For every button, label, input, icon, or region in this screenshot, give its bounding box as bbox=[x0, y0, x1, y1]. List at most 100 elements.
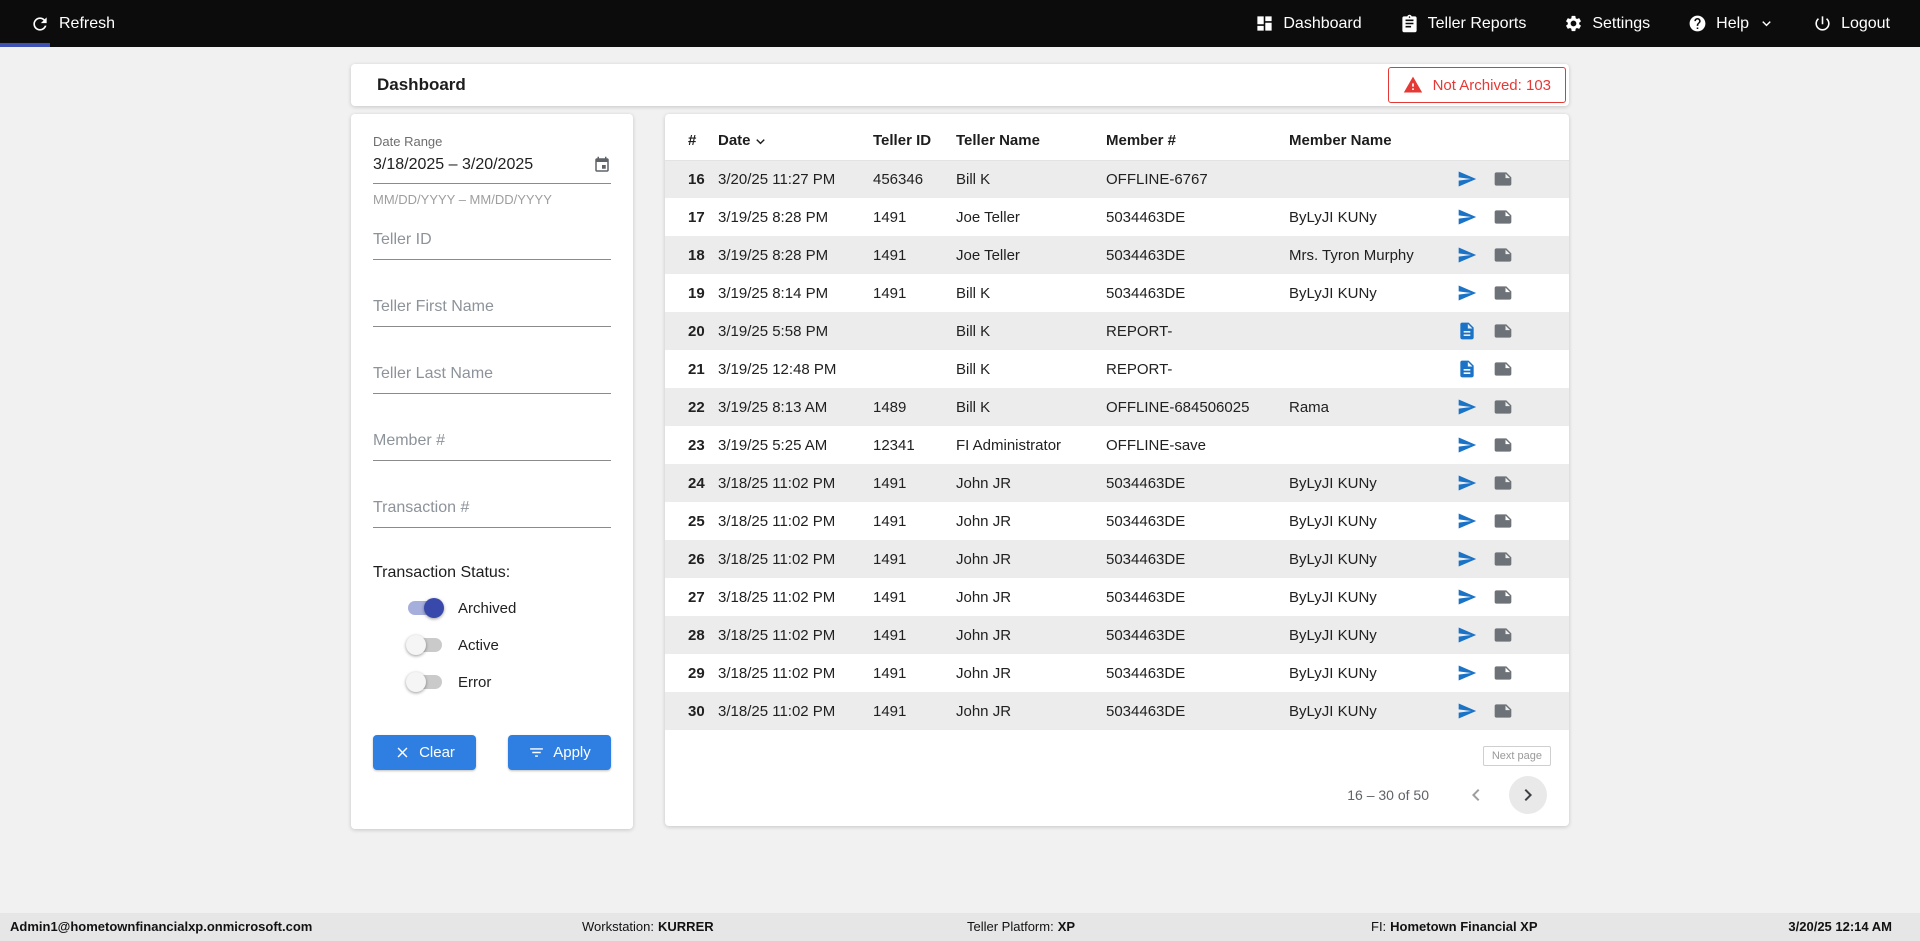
table-row[interactable]: 223/19/25 8:13 AM1489Bill KOFFLINE-68450… bbox=[665, 388, 1569, 426]
table-row[interactable]: 293/18/25 11:02 PM1491John JR5034463DEBy… bbox=[665, 654, 1569, 692]
date-format-hint: MM/DD/YYYY – MM/DD/YYYY bbox=[373, 192, 611, 207]
document-icon[interactable] bbox=[1457, 359, 1477, 379]
member-number-input[interactable] bbox=[373, 426, 611, 461]
cell-teller-id: 1491 bbox=[873, 502, 956, 540]
nav-logout[interactable]: Logout bbox=[1813, 14, 1890, 33]
status-bar: Admin1@hometownfinancialxp.onmicrosoft.c… bbox=[0, 913, 1920, 941]
table-row[interactable]: 283/18/25 11:02 PM1491John JR5034463DEBy… bbox=[665, 616, 1569, 654]
calendar-icon[interactable] bbox=[593, 156, 611, 174]
teller-platform-info: Teller Platform:XP bbox=[967, 913, 1075, 941]
column-header-member-number[interactable]: Member # bbox=[1106, 122, 1289, 160]
send-icon[interactable] bbox=[1457, 397, 1477, 417]
cell-teller-id: 1491 bbox=[873, 198, 956, 236]
toggle-error[interactable]: Error bbox=[406, 671, 611, 693]
send-icon[interactable] bbox=[1457, 587, 1477, 607]
cell-teller-name: Bill K bbox=[956, 312, 1106, 350]
nav-help-label: Help bbox=[1716, 15, 1749, 33]
column-header-teller-name[interactable]: Teller Name bbox=[956, 122, 1106, 160]
current-datetime: 3/20/25 12:14 AM bbox=[1788, 913, 1892, 941]
cell-actions bbox=[1457, 540, 1569, 578]
table-row[interactable]: 173/19/25 8:28 PM1491Joe Teller5034463DE… bbox=[665, 198, 1569, 236]
table-row[interactable]: 233/19/25 5:25 AM12341FI AdministratorOF… bbox=[665, 426, 1569, 464]
nav-settings[interactable]: Settings bbox=[1564, 14, 1650, 33]
send-icon[interactable] bbox=[1457, 511, 1477, 531]
note-icon[interactable] bbox=[1493, 549, 1513, 569]
document-icon[interactable] bbox=[1457, 321, 1477, 341]
note-icon[interactable] bbox=[1493, 283, 1513, 303]
note-icon[interactable] bbox=[1493, 321, 1513, 341]
cell-member-name: Mrs. Tyron Murphy bbox=[1289, 236, 1457, 274]
note-icon[interactable] bbox=[1493, 701, 1513, 721]
clear-button[interactable]: Clear bbox=[373, 735, 476, 770]
toggle-archived[interactable]: Archived bbox=[406, 597, 611, 619]
cell-teller-name: John JR bbox=[956, 654, 1106, 692]
column-header-number[interactable]: # bbox=[665, 122, 718, 160]
column-header-member-name[interactable]: Member Name bbox=[1289, 122, 1457, 160]
note-icon[interactable] bbox=[1493, 511, 1513, 531]
send-icon[interactable] bbox=[1457, 701, 1477, 721]
note-icon[interactable] bbox=[1493, 207, 1513, 227]
send-icon[interactable] bbox=[1457, 245, 1477, 265]
note-icon[interactable] bbox=[1493, 663, 1513, 683]
previous-page-button[interactable] bbox=[1457, 776, 1495, 814]
table-row[interactable]: 253/18/25 11:02 PM1491John JR5034463DEBy… bbox=[665, 502, 1569, 540]
send-icon[interactable] bbox=[1457, 625, 1477, 645]
column-header-teller-id[interactable]: Teller ID bbox=[873, 122, 956, 160]
cell-teller-id: 1491 bbox=[873, 540, 956, 578]
note-icon[interactable] bbox=[1493, 359, 1513, 379]
cell-teller-id: 1491 bbox=[873, 654, 956, 692]
apply-button[interactable]: Apply bbox=[508, 735, 611, 770]
page-title: Dashboard bbox=[377, 75, 466, 95]
table-row[interactable]: 263/18/25 11:02 PM1491John JR5034463DEBy… bbox=[665, 540, 1569, 578]
cell-member-name: ByLyJI KUNy bbox=[1289, 578, 1457, 616]
cell-teller-id: 1491 bbox=[873, 274, 956, 312]
topbar-nav: Dashboard Teller Reports Settings Help bbox=[1255, 14, 1890, 33]
refresh-label: Refresh bbox=[59, 15, 115, 33]
cell-member-number: REPORT- bbox=[1106, 350, 1289, 388]
toggle-error-label: Error bbox=[458, 674, 491, 691]
note-icon[interactable] bbox=[1493, 473, 1513, 493]
teller-id-input[interactable] bbox=[373, 225, 611, 260]
nav-dashboard[interactable]: Dashboard bbox=[1255, 14, 1361, 33]
cell-member-name: ByLyJI KUNy bbox=[1289, 198, 1457, 236]
main-content: Dashboard Not Archived: 103 Date Range 3… bbox=[351, 64, 1569, 829]
send-icon[interactable] bbox=[1457, 283, 1477, 303]
table-row[interactable]: 273/18/25 11:02 PM1491John JR5034463DEBy… bbox=[665, 578, 1569, 616]
cell-member-number: 5034463DE bbox=[1106, 502, 1289, 540]
transaction-number-input[interactable] bbox=[373, 493, 611, 528]
table-row[interactable]: 183/19/25 8:28 PM1491Joe Teller5034463DE… bbox=[665, 236, 1569, 274]
note-icon[interactable] bbox=[1493, 169, 1513, 189]
table-row[interactable]: 163/20/25 11:27 PM456346Bill KOFFLINE-67… bbox=[665, 160, 1569, 198]
send-icon[interactable] bbox=[1457, 473, 1477, 493]
nav-help[interactable]: Help bbox=[1688, 14, 1775, 33]
table-row[interactable]: 303/18/25 11:02 PM1491John JR5034463DEBy… bbox=[665, 692, 1569, 730]
column-header-date[interactable]: Date bbox=[718, 122, 873, 160]
cell-member-name bbox=[1289, 312, 1457, 350]
note-icon[interactable] bbox=[1493, 587, 1513, 607]
toggle-active[interactable]: Active bbox=[406, 634, 611, 656]
next-page-button[interactable] bbox=[1509, 776, 1547, 814]
workstation-value: KURRER bbox=[658, 919, 714, 934]
note-icon[interactable] bbox=[1493, 397, 1513, 417]
send-icon[interactable] bbox=[1457, 435, 1477, 455]
note-icon[interactable] bbox=[1493, 245, 1513, 265]
teller-last-name-input[interactable] bbox=[373, 359, 611, 394]
table-row[interactable]: 193/19/25 8:14 PM1491Bill K5034463DEByLy… bbox=[665, 274, 1569, 312]
cell-teller-name: John JR bbox=[956, 692, 1106, 730]
teller-first-name-input[interactable] bbox=[373, 292, 611, 327]
table-row[interactable]: 213/19/25 12:48 PMBill KREPORT- bbox=[665, 350, 1569, 388]
table-row[interactable]: 203/19/25 5:58 PMBill KREPORT- bbox=[665, 312, 1569, 350]
date-range-input[interactable]: 3/18/2025 – 3/20/2025 bbox=[373, 149, 611, 184]
cell-row-number: 23 bbox=[665, 426, 718, 464]
nav-teller-reports[interactable]: Teller Reports bbox=[1400, 14, 1527, 33]
send-icon[interactable] bbox=[1457, 169, 1477, 189]
refresh-button[interactable]: Refresh bbox=[30, 14, 115, 34]
pagination: Next page 16 – 30 of 50 bbox=[665, 730, 1569, 826]
send-icon[interactable] bbox=[1457, 663, 1477, 683]
send-icon[interactable] bbox=[1457, 207, 1477, 227]
note-icon[interactable] bbox=[1493, 625, 1513, 645]
send-icon[interactable] bbox=[1457, 549, 1477, 569]
cell-date: 3/20/25 11:27 PM bbox=[718, 160, 873, 198]
table-row[interactable]: 243/18/25 11:02 PM1491John JR5034463DEBy… bbox=[665, 464, 1569, 502]
note-icon[interactable] bbox=[1493, 435, 1513, 455]
